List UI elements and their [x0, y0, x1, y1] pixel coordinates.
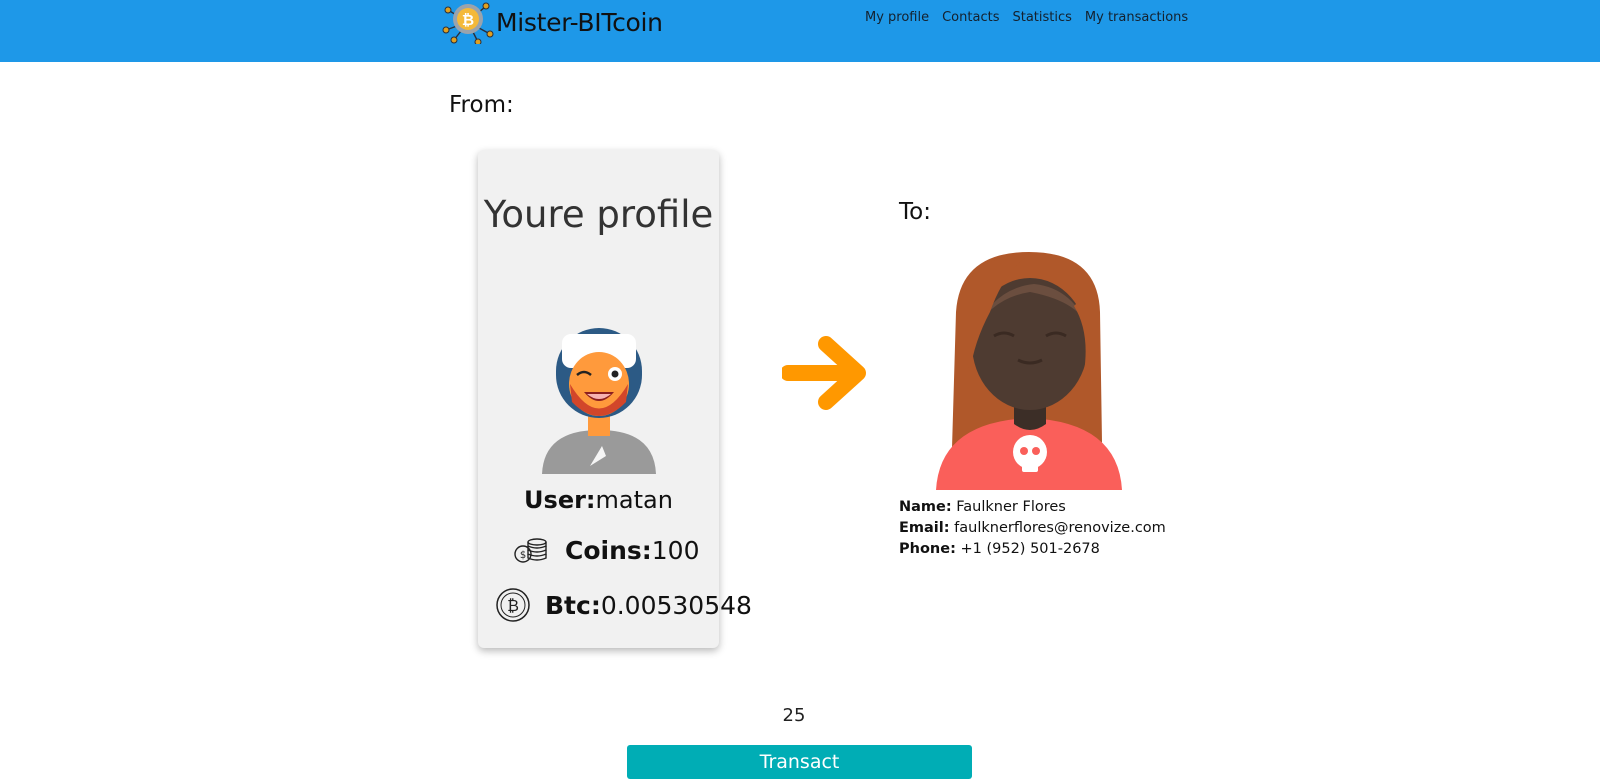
nav-contacts[interactable]: Contacts [942, 10, 999, 25]
contact-email-row: Email: faulknerflores@renovize.com [899, 518, 1166, 539]
user-label: User: [524, 486, 596, 514]
to-label: To: [899, 199, 931, 225]
coins-label: Coins: [565, 536, 652, 565]
contact-name-row: Name: Faulkner Flores [899, 497, 1166, 518]
main-nav: My profile Contacts Statistics My transa… [865, 10, 1188, 25]
brand-title: Mister-BITcoin [496, 7, 663, 37]
profile-card: Youre profile User:matan $ Coins:100 ₿ B… [478, 150, 752, 648]
coins-icon: $ [514, 537, 547, 563]
contact-name-label: Name: [899, 499, 952, 515]
nav-statistics[interactable]: Statistics [1012, 10, 1071, 25]
btc-label: Btc: [545, 590, 601, 620]
profile-card-title: Youre profile [483, 193, 714, 236]
bitcoin-logo-icon: ₿ [442, 2, 494, 44]
btc-value: 0.00530548 [600, 590, 752, 620]
amount-value[interactable]: 25 [0, 705, 1588, 726]
contact-email-label: Email: [899, 520, 950, 536]
coins-text: Coins:100 [565, 536, 700, 565]
user-line: User:matan [478, 486, 719, 514]
svg-text:₿: ₿ [462, 11, 474, 29]
arrow-right-icon [782, 336, 866, 410]
btc-text: Btc:0.00530548 [545, 591, 752, 620]
svg-text:$: $ [520, 550, 526, 561]
btc-row: ₿ Btc:0.00530548 [495, 587, 752, 623]
btc-icon: ₿ [496, 588, 530, 622]
coins-value: 100 [651, 536, 700, 565]
contact-info: Name: Faulkner Flores Email: faulknerflo… [899, 497, 1166, 560]
nav-my-transactions[interactable]: My transactions [1085, 10, 1188, 25]
nav-my-profile[interactable]: My profile [865, 10, 929, 25]
coins-row: $ Coins:100 [513, 536, 700, 565]
user-avatar [542, 328, 656, 474]
contact-name-value: Faulkner Flores [956, 499, 1066, 515]
contact-phone-value: +1 (952) 501-2678 [960, 541, 1100, 557]
contact-phone-label: Phone: [899, 541, 956, 557]
contact-phone-row: Phone: +1 (952) 501-2678 [899, 539, 1166, 560]
svg-text:₿: ₿ [507, 596, 519, 615]
top-header: ₿ Mister-BITcoin My profile Contacts Sta… [0, 0, 1600, 62]
brand[interactable]: ₿ Mister-BITcoin [442, 0, 663, 44]
transact-button[interactable]: Transact [627, 745, 972, 779]
from-label: From: [449, 92, 514, 118]
user-value: matan [595, 486, 673, 514]
contact-email-value: faulknerflores@renovize.com [954, 520, 1166, 536]
contact-avatar [936, 252, 1122, 490]
